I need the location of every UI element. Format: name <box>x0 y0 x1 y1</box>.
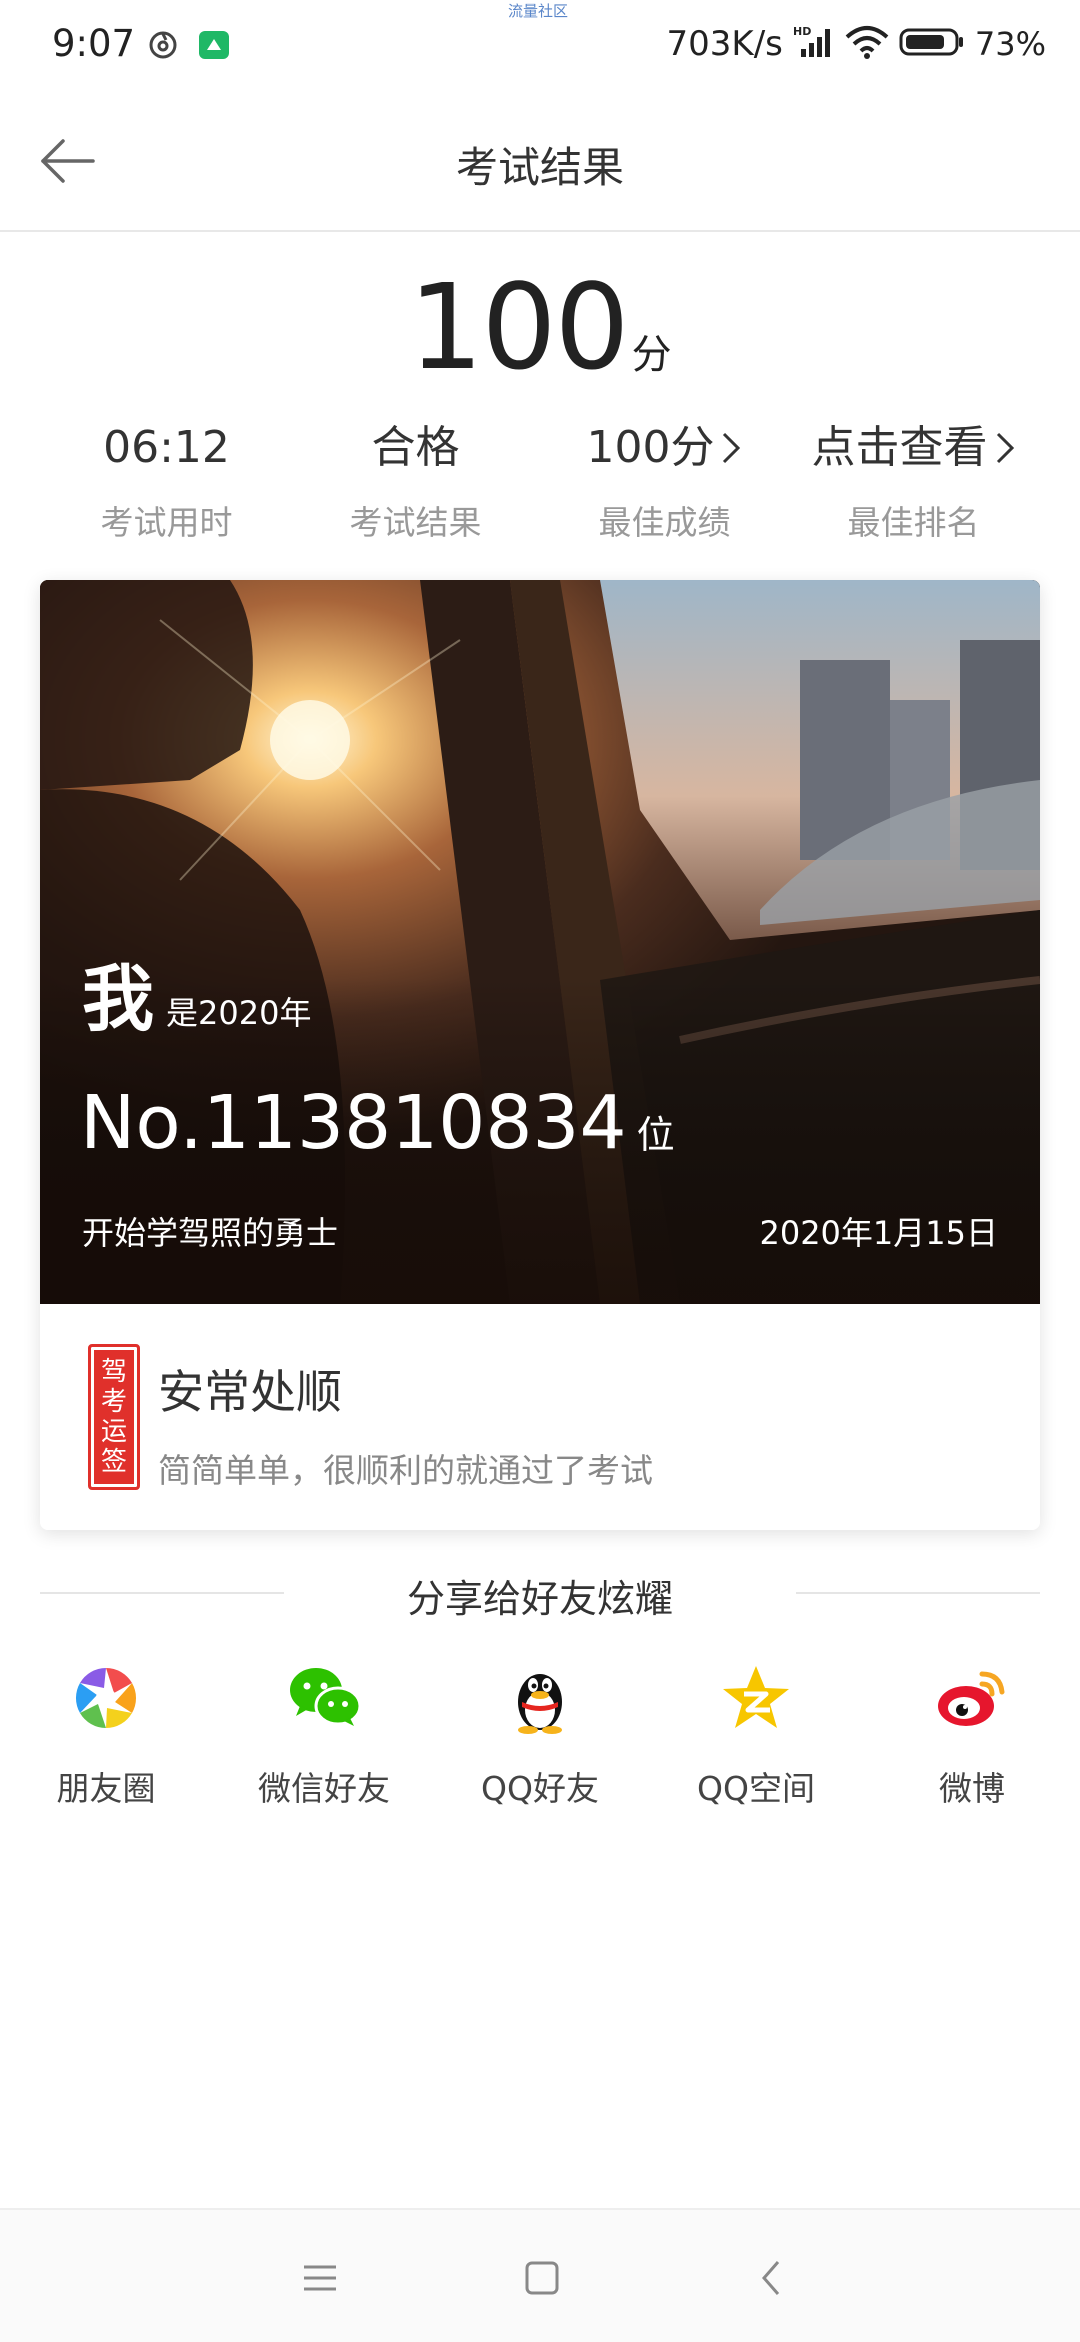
menu-nav-button[interactable] <box>290 2248 350 2308</box>
photo-me: 我 <box>82 957 155 1041</box>
fortune-title: 安常处顺 <box>158 1365 342 1419</box>
stat-exam-result: 合格 考试结果 <box>291 418 540 548</box>
stamp-char: 驾 <box>100 1357 127 1387</box>
page-title: 考试结果 <box>455 143 624 192</box>
qzone-icon <box>718 1660 794 1736</box>
share-label: QQ空间 <box>697 1769 815 1808</box>
wifi-icon <box>845 25 889 63</box>
battery-percent: 73% <box>974 25 1046 63</box>
stats-row: 06:12 考试用时 合格 考试结果 100分 最佳成绩 点击查看 最佳排名 <box>42 418 1038 548</box>
share-label: 微信好友 <box>258 1769 390 1808</box>
share-label: QQ好友 <box>481 1769 599 1808</box>
system-nav-bar <box>0 2208 1080 2342</box>
chevron-right-icon <box>996 432 1014 464</box>
divider <box>796 1592 1040 1594</box>
status-time: 9:07 <box>52 22 136 65</box>
share-heading-row: 分享给好友炫耀 <box>40 1568 1040 1628</box>
share-row: 朋友圈 微信好友 QQ好友 QQ空间 微博 <box>0 1660 1080 1820</box>
score-unit: 分 <box>631 332 672 378</box>
netease-music-icon <box>148 30 178 60</box>
wechat-icon <box>286 1660 362 1736</box>
fortune-section: 驾 考 运 签 安常处顺 简简单单，很顺利的就通过了考试 <box>40 1304 1040 1530</box>
stat-value: 合格 <box>371 422 460 473</box>
photo-date: 2020年1月15日 <box>759 1214 998 1252</box>
stamp-char: 运 <box>100 1417 127 1447</box>
stat-value: 点击查看 <box>811 422 988 473</box>
share-weibo-button[interactable]: 微博 <box>872 1660 1072 1810</box>
qq-icon <box>502 1660 578 1736</box>
score-display: 100 分 <box>0 262 1080 392</box>
app-notification-icon <box>198 30 230 60</box>
status-bar: 9:07 流量社区 703K/s HD 73% <box>0 0 1080 90</box>
network-speed: 703K/s <box>666 24 783 64</box>
photo-rank-line: No.113810834 位 <box>80 1080 675 1166</box>
home-nav-button[interactable] <box>512 2248 572 2308</box>
share-wechat-button[interactable]: 微信好友 <box>224 1660 424 1810</box>
stat-value: 100分 <box>586 422 715 473</box>
status-carrier-label: 流量社区 <box>508 2 569 20</box>
score-value: 100 <box>408 258 629 396</box>
header: 考试结果 <box>0 90 1080 232</box>
share-label: 朋友圈 <box>56 1769 156 1808</box>
share-moments-button[interactable]: 朋友圈 <box>6 1660 206 1810</box>
stat-label: 最佳排名 <box>847 503 980 542</box>
photo-me-line: 我 是2020年 <box>82 940 311 1045</box>
status-right-group: 703K/s HD 73% <box>667 22 1047 66</box>
fortune-desc: 简简单单，很顺利的就通过了考试 <box>158 1451 653 1490</box>
stat-label: 考试用时 <box>100 503 233 542</box>
stat-value: 06:12 <box>103 422 230 473</box>
home-square-icon <box>525 2261 559 2295</box>
stat-best-rank[interactable]: 点击查看 最佳排名 <box>789 418 1038 548</box>
card-photo: 我 是2020年 No.113810834 位 开始学驾照的勇士 2020年1月… <box>40 580 1040 1304</box>
stamp-char: 考 <box>100 1387 127 1417</box>
stat-exam-time: 06:12 考试用时 <box>42 418 291 548</box>
stat-best-score[interactable]: 100分 最佳成绩 <box>540 418 789 548</box>
share-label: 微博 <box>939 1769 1005 1808</box>
hd-signal-icon: HD <box>793 25 835 63</box>
share-qzone-button[interactable]: QQ空间 <box>656 1660 856 1810</box>
chevron-right-icon <box>723 432 741 464</box>
photo-year-text: 是2020年 <box>166 994 312 1032</box>
svg-text:HD: HD <box>793 25 811 38</box>
photo-caption: 开始学驾照的勇士 <box>82 1214 339 1252</box>
stat-label: 考试结果 <box>349 503 482 542</box>
moments-icon <box>68 1660 144 1736</box>
back-chevron-icon <box>762 2261 780 2295</box>
back-nav-button[interactable] <box>740 2248 800 2308</box>
share-qq-button[interactable]: QQ好友 <box>440 1660 640 1810</box>
menu-icon <box>304 2265 336 2291</box>
photo-rank: No.113810834 <box>80 1080 627 1166</box>
stamp-char: 签 <box>100 1447 127 1477</box>
fortune-stamp: 驾 考 运 签 <box>88 1344 140 1490</box>
result-card: 我 是2020年 No.113810834 位 开始学驾照的勇士 2020年1月… <box>40 580 1040 1530</box>
battery-icon <box>899 27 965 61</box>
share-heading: 分享给好友炫耀 <box>406 1577 673 1621</box>
photo-rank-unit: 位 <box>636 1113 675 1157</box>
weibo-icon <box>934 1660 1010 1736</box>
stat-label: 最佳成绩 <box>598 503 731 542</box>
